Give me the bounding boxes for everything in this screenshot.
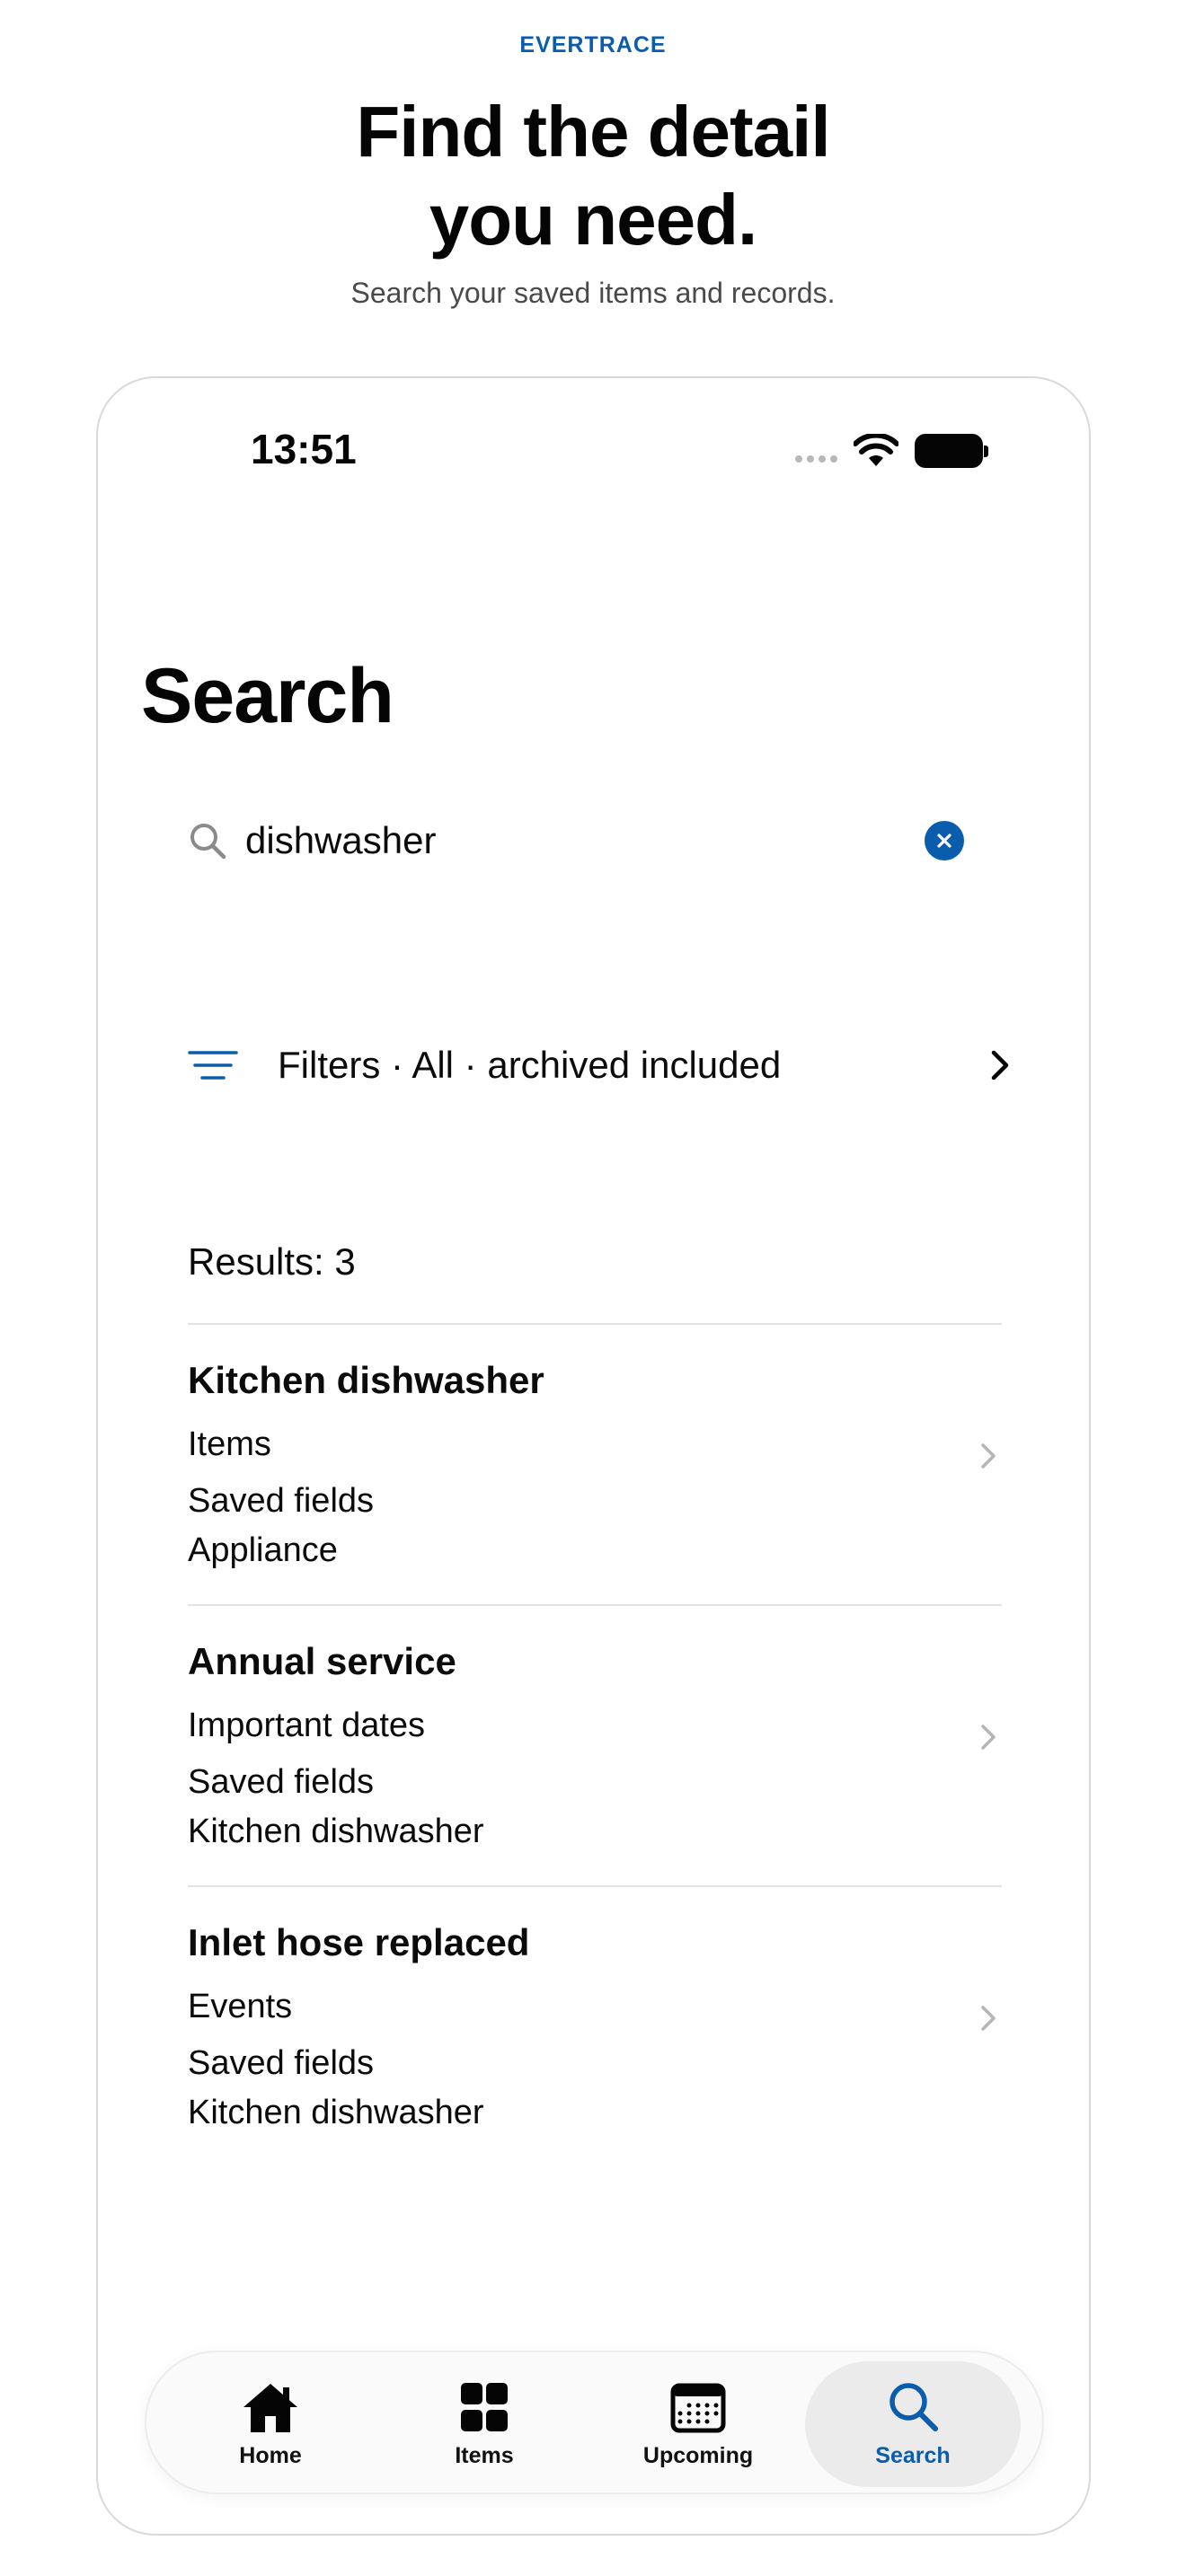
close-icon bbox=[937, 834, 951, 848]
phone-frame: 13:51 Search dishwasher Filters · All · … bbox=[96, 376, 1091, 2536]
marketing-subhead: Search your saved items and records. bbox=[350, 277, 836, 309]
calendar-icon bbox=[670, 2383, 726, 2432]
magnifier-icon bbox=[890, 2382, 938, 2431]
result-reference: Kitchen dishwasher bbox=[188, 1813, 484, 1850]
result-title: Kitchen dishwasher bbox=[188, 1359, 544, 1401]
signal-icon bbox=[795, 439, 837, 463]
chevron-right-icon bbox=[991, 1050, 1009, 1081]
chevron-right-icon bbox=[981, 1443, 996, 1469]
result-row[interactable]: Inlet hose replaced Events Saved fields … bbox=[188, 1885, 1002, 2166]
status-time: 13:51 bbox=[251, 426, 357, 472]
result-kind: Saved fields bbox=[188, 2044, 375, 2082]
tab-upcoming[interactable]: Upcoming bbox=[590, 2361, 806, 2487]
chevron-right-icon bbox=[981, 2006, 996, 2031]
result-kind: Saved fields bbox=[188, 1482, 375, 1520]
result-kind: Saved fields bbox=[188, 1763, 375, 1801]
page-title: Search bbox=[141, 653, 394, 739]
brand-name: EVERTRACE bbox=[519, 32, 667, 57]
result-row[interactable]: Annual service Important dates Saved fie… bbox=[188, 1604, 1002, 1885]
tab-label: Upcoming bbox=[642, 2442, 754, 2468]
tab-search[interactable]: Search bbox=[805, 2361, 1021, 2487]
headline-line-1: Find the detail bbox=[356, 92, 830, 172]
tab-home[interactable]: Home bbox=[163, 2361, 378, 2487]
search-field[interactable]: dishwasher bbox=[188, 809, 996, 872]
tab-items[interactable]: Items bbox=[376, 2361, 592, 2487]
result-category: Important dates bbox=[188, 1707, 426, 1744]
tab-label: Search bbox=[875, 2442, 951, 2468]
headline-line-2: you need. bbox=[429, 180, 757, 260]
result-reference: Kitchen dishwasher bbox=[188, 2094, 484, 2131]
tab-label: Home bbox=[239, 2442, 302, 2468]
tab-label: Items bbox=[455, 2442, 514, 2468]
results-count: Results: 3 bbox=[188, 1240, 356, 1283]
result-category: Events bbox=[188, 1988, 293, 2025]
house-icon bbox=[243, 2383, 297, 2432]
filters-row[interactable]: Filters · All · archived included bbox=[188, 1029, 1089, 1101]
filters-label: Filters · All · archived included bbox=[278, 1044, 782, 1086]
grid-icon bbox=[461, 2382, 508, 2431]
search-icon bbox=[190, 824, 226, 860]
marketing-headline: Find the detail you need. bbox=[0, 88, 1186, 264]
battery-icon bbox=[915, 434, 988, 468]
result-category: Items bbox=[188, 1425, 271, 1463]
result-title: Inlet hose replaced bbox=[188, 1921, 530, 1963]
wifi-icon bbox=[854, 434, 898, 466]
result-row[interactable]: Kitchen dishwasher Items Saved fields Ap… bbox=[188, 1323, 1002, 1604]
status-icons bbox=[795, 434, 988, 468]
result-reference: Appliance bbox=[188, 1531, 338, 1569]
chevron-right-icon bbox=[981, 1725, 996, 1750]
tab-bar: Home Items Upcoming Search bbox=[145, 2351, 1044, 2494]
search-input[interactable]: dishwasher bbox=[245, 819, 925, 862]
results-list: Kitchen dishwasher Items Saved fields Ap… bbox=[188, 1323, 1002, 2166]
clear-search-button[interactable] bbox=[925, 821, 964, 860]
filter-icon bbox=[188, 1051, 238, 1080]
result-title: Annual service bbox=[188, 1640, 456, 1682]
